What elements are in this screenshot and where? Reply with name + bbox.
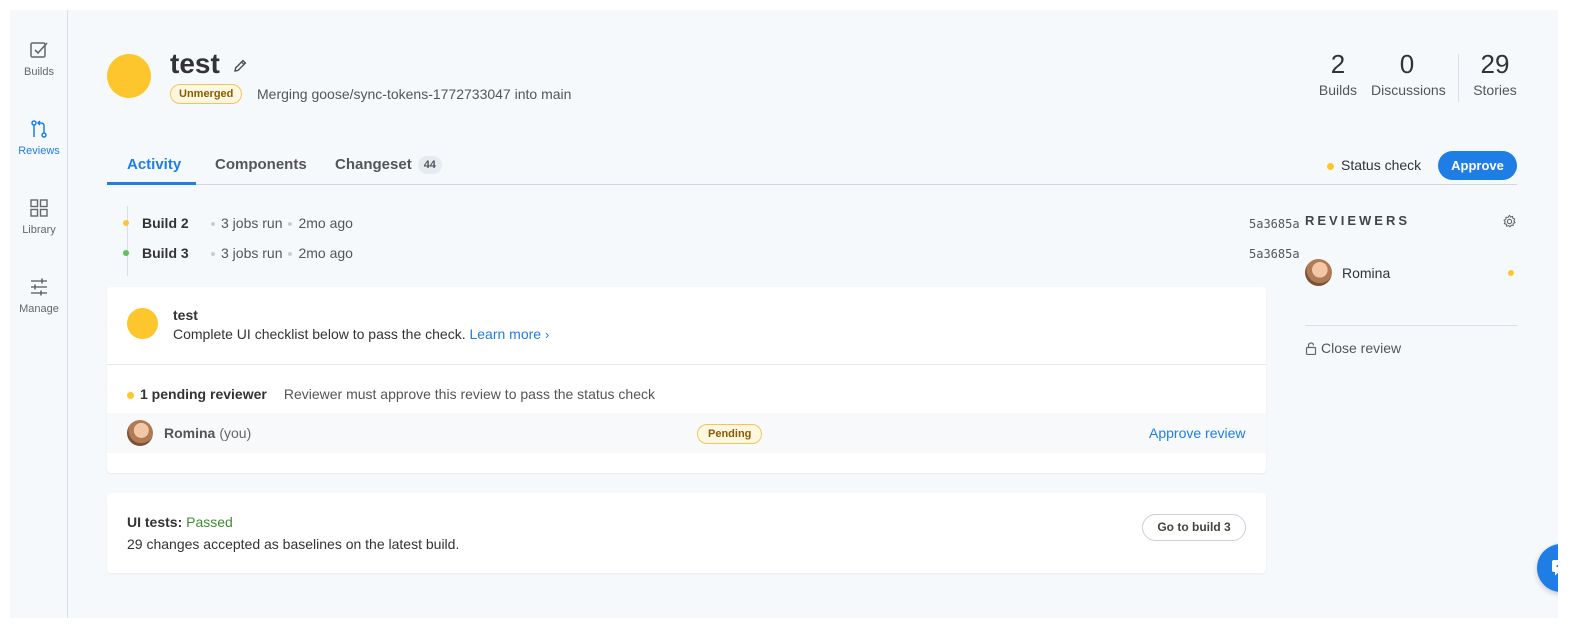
chat-icon	[1552, 560, 1558, 576]
merge-description: Merging goose/sync-tokens-1772733047 int…	[257, 86, 572, 102]
stat-builds[interactable]: 2 Builds	[1316, 48, 1360, 98]
changeset-count: 44	[417, 156, 442, 175]
build-status-dot	[123, 250, 129, 256]
stat-label: Discussions	[1371, 82, 1446, 98]
approve-review-link[interactable]: Approve review	[1149, 425, 1246, 441]
pending-badge: Pending	[697, 424, 763, 444]
ui-tests-title: UI tests: Passed	[127, 514, 233, 530]
sidebar-item-reviews[interactable]: Reviews	[10, 119, 68, 157]
check-description: Complete UI checklist below to pass the …	[173, 326, 550, 342]
stat-label: Stories	[1473, 82, 1517, 98]
learn-more-link[interactable]: Learn more ›	[469, 326, 549, 342]
status-check-label: Status check	[1341, 157, 1422, 173]
build-row-3[interactable]: Build 3 3 jobs run 2mo ago 5a3685a	[123, 244, 1313, 264]
tab-changeset[interactable]: Changeset 44	[335, 156, 442, 175]
sidebar-item-label: Library	[22, 224, 56, 236]
tab-bar: Activity Components Changeset 44	[107, 150, 1517, 185]
stat-stories[interactable]: 29 Stories	[1471, 48, 1519, 98]
gear-icon[interactable]	[1502, 214, 1517, 229]
sidebar-item-label: Reviews	[18, 145, 60, 157]
commit-sha[interactable]: 5a3685a	[1249, 217, 1300, 231]
stat-discussions[interactable]: 0 Discussions	[1371, 48, 1446, 98]
build-row-2[interactable]: Build 2 3 jobs run 2mo ago 5a3685a	[123, 214, 1313, 234]
reviewer-status-dot	[1508, 270, 1514, 276]
active-tab-indicator	[107, 182, 196, 185]
build-status-dot	[123, 220, 129, 226]
grid-icon	[30, 199, 48, 217]
sliders-icon	[31, 278, 47, 296]
page-title: test	[170, 48, 220, 79]
tab-activity[interactable]: Activity	[127, 156, 181, 173]
chat-button[interactable]	[1537, 544, 1558, 592]
stat-divider	[1458, 54, 1459, 102]
ui-tests-status: Passed	[186, 514, 233, 530]
pull-request-icon	[31, 120, 47, 138]
status-check-card: test Complete UI checklist below to pass…	[107, 287, 1266, 473]
sidebar-item-builds[interactable]: Builds	[10, 40, 68, 78]
commit-sha[interactable]: 5a3685a	[1249, 247, 1300, 261]
lock-icon	[1305, 342, 1317, 356]
divider	[1305, 325, 1517, 326]
pencil-icon[interactable]	[232, 58, 248, 74]
pending-dot	[127, 391, 134, 399]
main-content: test Unmerged Merging goose/sync-tokens-…	[68, 10, 1558, 618]
go-to-build-button[interactable]: Go to build 3	[1142, 514, 1246, 541]
tab-components[interactable]: Components	[215, 156, 307, 173]
sidebar-item-library[interactable]: Library	[10, 198, 68, 236]
sidebar-item-label: Manage	[19, 303, 59, 315]
status-check[interactable]: Status check	[1327, 157, 1421, 173]
stat-label: Builds	[1318, 82, 1358, 98]
build-meta: 3 jobs run 2mo ago	[205, 245, 353, 261]
sidebar: Builds Reviews Library Manage	[10, 10, 68, 618]
build-name: Build 3	[142, 245, 189, 261]
ui-tests-card: UI tests: Passed 29 changes accepted as …	[107, 493, 1266, 573]
stat-value: 2	[1330, 49, 1346, 79]
divider	[107, 364, 1266, 365]
stat-value: 0	[1399, 49, 1415, 79]
chevron-right-icon: ›	[544, 327, 550, 342]
reviewer-row: Romina (you) Pending Approve review	[107, 413, 1266, 453]
ui-tests-description: 29 changes accepted as baselines on the …	[127, 536, 460, 552]
build-name: Build 2	[142, 215, 189, 231]
reviewer-name: Romina	[1342, 265, 1391, 281]
sidebar-item-manage[interactable]: Manage	[10, 277, 68, 315]
review-avatar	[107, 54, 151, 98]
tab-label: Changeset	[335, 156, 412, 173]
avatar	[1305, 259, 1332, 286]
reviewer-name: Romina (you)	[164, 425, 252, 441]
build-meta: 3 jobs run 2mo ago	[205, 215, 353, 231]
approve-button[interactable]: Approve	[1438, 151, 1517, 180]
check-avatar	[127, 308, 158, 339]
stat-value: 29	[1480, 49, 1510, 79]
checkbox-icon	[30, 42, 48, 58]
app-frame: Builds Reviews Library Manage test Unmer…	[10, 10, 1558, 618]
status-dot	[1327, 162, 1334, 170]
close-review-button[interactable]: Close review	[1305, 340, 1401, 356]
sidebar-item-label: Builds	[24, 66, 54, 78]
check-title: test	[173, 307, 198, 323]
avatar	[127, 420, 153, 446]
reviewers-heading: REVIEWERS	[1305, 213, 1411, 228]
unmerged-badge: Unmerged	[170, 84, 243, 104]
pending-reviewer-header: 1 pending reviewer Reviewer must approve …	[127, 386, 655, 402]
pending-hint: Reviewer must approve this review to pas…	[283, 386, 655, 402]
